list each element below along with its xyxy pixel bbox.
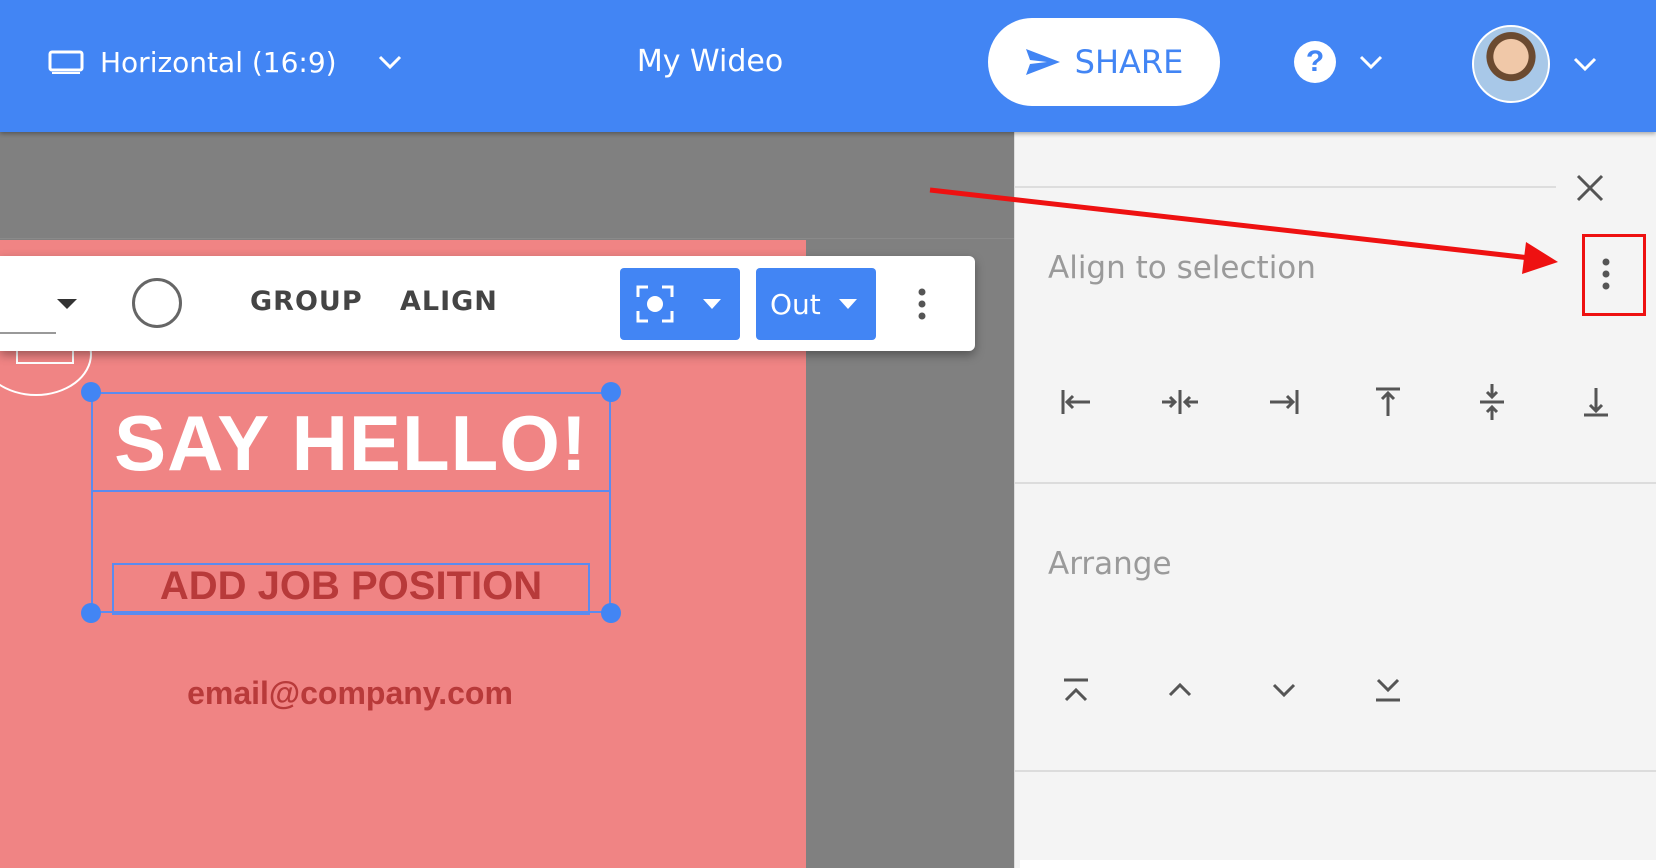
align-middle-vertical-icon xyxy=(1480,384,1504,420)
align-right-button[interactable] xyxy=(1262,380,1306,424)
panel-divider xyxy=(1014,770,1656,772)
help-dropdown[interactable]: ? xyxy=(1294,40,1394,84)
send-icon xyxy=(1025,49,1060,75)
arrange-section-title: Arrange xyxy=(1048,546,1172,582)
email-text[interactable]: email@company.com xyxy=(140,675,560,712)
more-vert-icon[interactable] xyxy=(910,284,934,324)
caret-down-icon xyxy=(839,299,857,309)
format-label: Horizontal (16:9) xyxy=(100,45,337,79)
group-button[interactable]: GROUP xyxy=(250,286,363,317)
animation-out-label: Out xyxy=(770,287,821,321)
align-bottom-icon xyxy=(1584,388,1608,417)
app-header: Horizontal (16:9) My Wideo SHARE ? xyxy=(0,0,1656,132)
share-button[interactable]: SHARE xyxy=(988,18,1220,106)
caret-down-icon xyxy=(703,299,721,309)
more-vert-icon[interactable] xyxy=(1598,254,1614,294)
element-toolbar: GROUP ALIGN Out xyxy=(0,256,975,351)
canvas-guide-line xyxy=(0,238,1014,239)
dropdown-underline xyxy=(0,332,56,334)
send-to-back-button[interactable] xyxy=(1366,668,1410,712)
align-button[interactable]: ALIGN xyxy=(400,286,498,317)
project-title[interactable]: My Wideo xyxy=(580,40,840,84)
properties-panel xyxy=(1014,132,1656,868)
animation-in-dropdown[interactable] xyxy=(620,268,740,340)
subtitle-selection-box xyxy=(112,563,590,615)
align-bottom-button[interactable] xyxy=(1574,380,1618,424)
align-section-title: Align to selection xyxy=(1048,250,1316,286)
resize-handle-top-left[interactable] xyxy=(81,382,101,402)
focus-icon xyxy=(636,285,674,323)
close-icon[interactable] xyxy=(1572,170,1608,206)
format-dropdown[interactable]: Horizontal (16:9) xyxy=(48,40,403,84)
help-icon: ? xyxy=(1294,41,1336,83)
panel-top-divider xyxy=(1014,186,1556,188)
send-to-back-icon xyxy=(1376,678,1400,702)
caret-down-icon[interactable] xyxy=(56,298,78,310)
align-center-horizontal-icon xyxy=(1162,390,1198,414)
align-top-icon xyxy=(1376,387,1400,416)
align-right-icon xyxy=(1270,390,1299,414)
resize-handle-bottom-right[interactable] xyxy=(601,603,621,623)
resize-handle-bottom-left[interactable] xyxy=(81,603,101,623)
panel-footer xyxy=(1020,860,1656,868)
avatar xyxy=(1472,25,1550,103)
animation-out-dropdown[interactable]: Out xyxy=(756,268,876,340)
align-middle-vertical-button[interactable] xyxy=(1470,380,1514,424)
send-backward-icon xyxy=(1272,683,1296,698)
chevron-down-icon xyxy=(378,55,401,70)
bring-forward-icon xyxy=(1168,682,1192,697)
chevron-down-icon xyxy=(1359,55,1383,70)
bring-to-front-button[interactable] xyxy=(1054,668,1098,712)
align-left-icon xyxy=(1061,390,1090,414)
share-label: SHARE xyxy=(1074,43,1184,81)
panel-divider xyxy=(1014,482,1656,484)
screen-icon xyxy=(48,50,84,74)
chevron-down-icon xyxy=(1573,57,1597,72)
align-center-horizontal-button[interactable] xyxy=(1158,380,1202,424)
color-picker-circle[interactable] xyxy=(132,278,182,328)
user-menu[interactable] xyxy=(1472,24,1602,104)
align-left-button[interactable] xyxy=(1054,380,1098,424)
align-top-button[interactable] xyxy=(1366,380,1410,424)
send-backward-button[interactable] xyxy=(1262,668,1306,712)
resize-handle-top-right[interactable] xyxy=(601,382,621,402)
bring-forward-button[interactable] xyxy=(1158,668,1202,712)
bring-to-front-icon xyxy=(1064,678,1088,702)
